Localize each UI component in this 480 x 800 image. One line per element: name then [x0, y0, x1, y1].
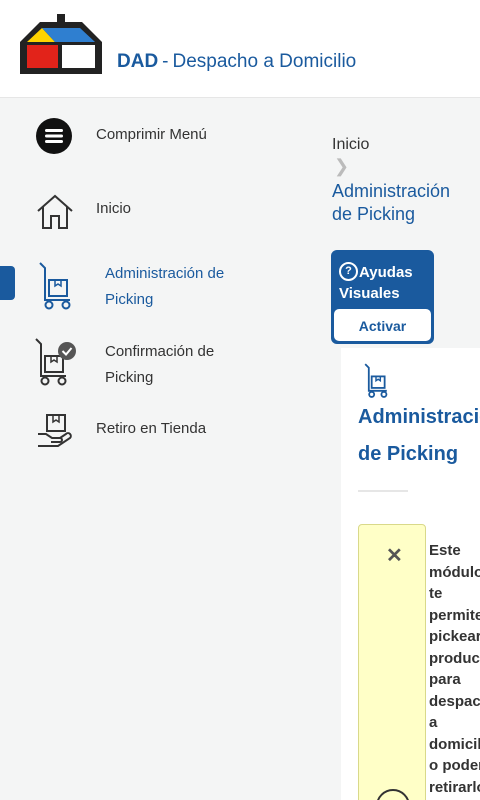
home-icon [37, 194, 73, 229]
card-title-text: Administración de Picking [358, 406, 480, 465]
app-title: DAD - Despacho a Domicilio [117, 51, 356, 73]
breadcrumb-current: Administración de Picking [332, 181, 451, 224]
app-header: DAD - Despacho a Domicilio [0, 0, 480, 98]
breadcrumb-chevron-icon: ❯ [334, 156, 350, 176]
visual-help-title: Ayudas Visuales [339, 262, 429, 304]
tip-text: Este módulo te permite pickear productos… [429, 542, 480, 796]
sidebar-item-label: Inicio [96, 200, 132, 217]
sidebar-item-retiro-tienda[interactable]: Retiro en Tienda [36, 412, 276, 452]
picking-cart-icon [39, 262, 71, 310]
sidebar-item-administracion-picking[interactable]: Administración de Picking [36, 258, 276, 314]
tip-box: ✕ [358, 524, 426, 800]
sidebar-item-inicio[interactable]: Inicio [36, 192, 276, 232]
sidebar-item-label: Retiro en Tienda [96, 420, 207, 437]
collapse-menu-label: Comprimir Menú [96, 126, 207, 143]
lightbulb-icon [376, 789, 410, 800]
divider [358, 490, 408, 492]
app-name: DAD [117, 51, 159, 72]
active-item-indicator [0, 266, 15, 300]
visual-help-label: Ayudas Visuales [339, 264, 413, 302]
sidebar-item-label: Administración de Picking [105, 265, 225, 308]
sidebar-item-label: Confirmación de Picking [105, 343, 215, 386]
home-logo-icon[interactable] [20, 14, 102, 74]
close-icon[interactable]: ✕ [386, 543, 403, 568]
card-title: Administración de Picking [358, 362, 480, 473]
title-separator: - [162, 51, 169, 72]
sidebar-item-confirmacion-picking[interactable]: Confirmación de Picking [34, 336, 274, 392]
visual-help-panel: ? Ayudas Visuales Activar [331, 250, 434, 344]
activate-help-button[interactable]: Activar [333, 308, 432, 342]
sidebar-menu: Comprimir Menú Inicio Administración de … [0, 98, 306, 800]
picking-confirm-icon [35, 338, 76, 386]
collapse-menu-button[interactable]: Comprimir Menú [36, 118, 276, 154]
breadcrumb-home-link[interactable]: Inicio [332, 136, 369, 154]
store-pickup-icon [38, 414, 72, 447]
hamburger-icon [36, 118, 72, 154]
app-subtitle: Despacho a Domicilio [172, 51, 357, 72]
